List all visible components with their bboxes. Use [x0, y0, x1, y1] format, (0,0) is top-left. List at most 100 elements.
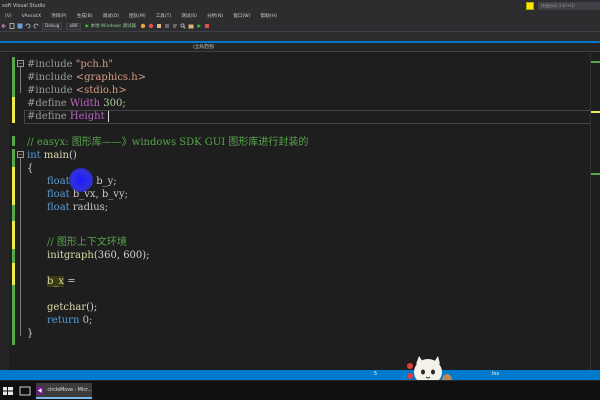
menu-team[interactable]: 团队(M): [124, 13, 151, 19]
macro-value: 300;: [103, 98, 126, 109]
preprocessor-directive: #include: [27, 59, 73, 70]
collapse-icon[interactable]: −: [17, 151, 24, 158]
assign-operator: =: [64, 276, 76, 287]
mouse-cursor-highlight: [69, 168, 93, 192]
type-keyword: float: [47, 176, 70, 187]
unsaved-change-bar: [12, 263, 15, 285]
call-arguments: ();: [86, 302, 98, 313]
code-getchar-call: getchar();: [47, 301, 97, 314]
editor-left-margin: [0, 53, 9, 370]
code-line-1: #include "pch.h": [27, 58, 113, 71]
menu-help[interactable]: 帮助(H): [256, 13, 282, 19]
title-bar: soft Visual Studio 快速启动 (Ctrl+Q): [0, 0, 600, 11]
code-comment-line: // easyx: 图形库——》windows SDK GUI 图形库进行封装的: [27, 137, 309, 148]
call-arguments: (360, 600);: [93, 250, 150, 261]
code-decl-3: float radius;: [47, 201, 108, 214]
uncomment-icon[interactable]: [172, 23, 178, 29]
code-main-signature: int main(): [27, 150, 77, 161]
windows-taskbar: circleMove - Micr...: [0, 380, 600, 400]
menu-project[interactable]: 项目(P): [46, 13, 72, 19]
variable-list: radius;: [72, 202, 109, 213]
status-column: 5: [374, 372, 378, 377]
back-icon[interactable]: [1, 23, 7, 29]
play-icon: ▶: [85, 24, 90, 29]
saved-change-bar: [12, 149, 15, 167]
code-line-3: #include <stdio.h>: [27, 84, 127, 97]
scope-dropdown[interactable]: (全局范围): [193, 44, 215, 50]
platform-select[interactable]: x86: [66, 22, 81, 30]
saved-change-bar: [12, 205, 15, 221]
function-name: initgraph: [47, 250, 94, 261]
save-icon[interactable]: [17, 23, 23, 29]
saved-change-bar: [12, 136, 15, 146]
bookmark-icon[interactable]: [156, 23, 162, 29]
include-path: "pch.h": [75, 59, 114, 70]
preprocessor-directive: #define: [27, 111, 67, 122]
config-select[interactable]: Debug: [42, 22, 63, 30]
menu-vassistx[interactable]: VAssistX: [17, 14, 46, 19]
current-line-highlight: [24, 110, 600, 124]
start-debug-button[interactable]: ▶ 本地 Windows 调试器: [86, 23, 136, 29]
fold-guide: [20, 67, 21, 93]
menu-tools[interactable]: 工具(T): [151, 13, 177, 19]
code-line-4: #define Width 300;: [27, 97, 126, 110]
collapse-icon[interactable]: −: [17, 60, 24, 67]
scroll-change-marker: [591, 61, 600, 63]
start-debug-label: 本地 Windows 调试器: [90, 24, 136, 29]
visual-studio-icon: [36, 385, 45, 395]
unsaved-change-bar: [12, 167, 15, 205]
menu-test[interactable]: 测试(S): [176, 13, 202, 19]
toolbar: Debug x86 ▶ 本地 Windows 调试器: [0, 21, 600, 32]
code-assign-line: b_x =: [47, 275, 76, 288]
saved-change-bar: [12, 57, 15, 101]
macro-name: Height: [69, 111, 105, 122]
menu-window[interactable]: 窗口(W): [228, 13, 255, 19]
folder-icon[interactable]: [188, 23, 194, 29]
include-path: <graphics.h>: [75, 72, 147, 83]
saved-change-bar: [12, 285, 15, 345]
find-icon[interactable]: [180, 23, 186, 29]
keyword: return: [47, 315, 80, 326]
new-file-icon[interactable]: [9, 23, 15, 29]
vertical-scrollbar[interactable]: [590, 53, 600, 370]
preprocessor-directive: #include: [27, 85, 73, 96]
fold-guide: [20, 158, 21, 336]
redo-icon[interactable]: [33, 23, 39, 29]
code-brace-open: {: [27, 163, 34, 174]
menu-bar: (V) VAssistX 项目(P) 生成(B) 调试(D) 团队(M) 工具(…: [0, 11, 600, 21]
taskbar-window-label: circleMove - Micr...: [47, 387, 92, 393]
menu-view[interactable]: (V): [0, 14, 17, 19]
macro-name: Width: [69, 98, 101, 109]
stop-icon[interactable]: [204, 23, 210, 29]
include-path: <stdio.h>: [75, 85, 127, 96]
unsaved-change-bar: [12, 97, 15, 123]
feedback-flag-icon[interactable]: [526, 1, 534, 10]
breakpoint-icon[interactable]: [148, 23, 154, 29]
keyword: int: [27, 150, 41, 161]
code-return-line: return 0;: [47, 314, 92, 327]
attach-icon[interactable]: [140, 23, 146, 29]
menu-analyze[interactable]: 分析(N): [202, 13, 228, 19]
code-comment-line-2: // 图形上下文环境: [47, 237, 127, 248]
menu-debug[interactable]: 调试(D): [98, 13, 124, 19]
undo-icon[interactable]: [25, 23, 31, 29]
start-windows-icon[interactable]: [3, 384, 13, 398]
taskbar-visual-studio-button[interactable]: circleMove - Micr...: [36, 383, 92, 399]
code-brace-close: }: [27, 328, 34, 339]
menu-build[interactable]: 生成(B): [72, 13, 98, 19]
highlighted-variable: b_x: [47, 276, 65, 287]
task-view-icon[interactable]: [19, 384, 31, 398]
window-title: soft Visual Studio: [2, 2, 46, 9]
code-line-2: #include <graphics.h>: [27, 71, 146, 84]
preprocessor-directive: #define: [27, 98, 67, 109]
run-icon[interactable]: [196, 23, 202, 29]
code-line-5: #define Height: [27, 110, 105, 123]
preprocessor-directive: #include: [27, 72, 73, 83]
function-name: getchar: [47, 302, 87, 313]
text-caret: [108, 111, 109, 122]
quick-launch-input[interactable]: 快速启动 (Ctrl+Q): [538, 1, 600, 10]
function-name: main: [43, 150, 69, 161]
comment-icon[interactable]: [164, 23, 170, 29]
return-value: 0;: [82, 315, 93, 326]
code-editor[interactable]: − − #include "pch.h" #include <graphics.…: [0, 53, 600, 370]
